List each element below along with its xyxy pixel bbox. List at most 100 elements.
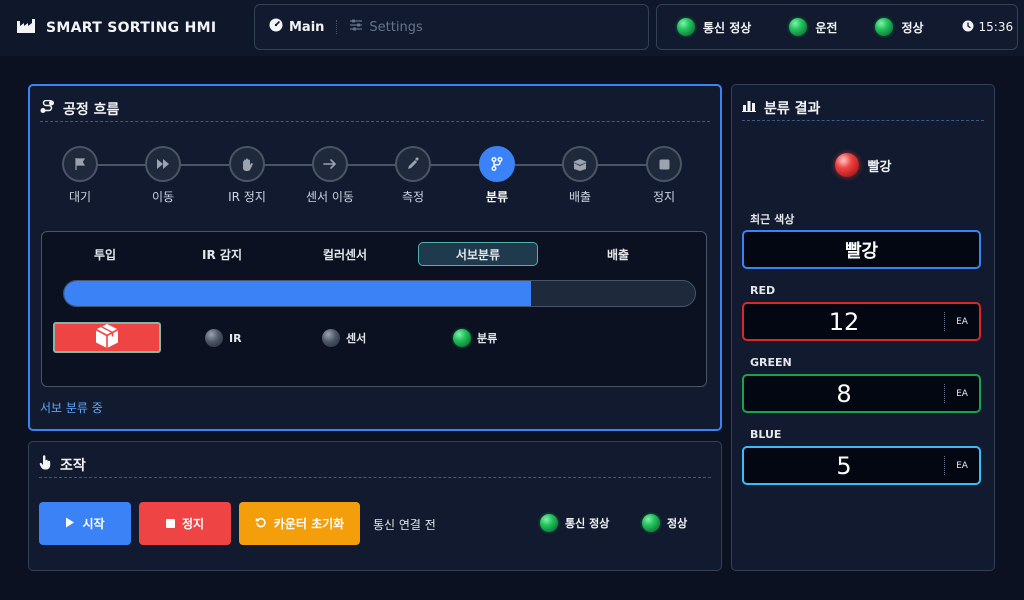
rotate-left-icon: [255, 516, 267, 531]
ir-label: IR: [229, 331, 242, 345]
sensor-indicator: 센서: [322, 329, 366, 347]
arrow-right-icon: [312, 146, 348, 182]
ok-status: 정상: [875, 18, 924, 36]
step-label: 센서 이동: [306, 190, 354, 204]
nav-settings[interactable]: Settings: [349, 19, 423, 35]
current-color-label: 빨강: [867, 159, 892, 175]
comm-status-label: 통신 정상: [703, 20, 752, 35]
current-color-led: [834, 153, 859, 177]
reset-counter-button[interactable]: 카운터 초기화: [239, 502, 360, 545]
step-eject: 배출: [545, 146, 615, 205]
brand-title: SMART SORTING HMI: [46, 20, 217, 36]
red-counter: 12 EA: [742, 302, 981, 341]
step-label: 정지: [652, 190, 676, 204]
main-nav: Main Settings: [254, 4, 649, 50]
sensor-led: [322, 329, 340, 347]
nav-main[interactable]: Main: [269, 18, 324, 36]
control-panel-header: 조작: [39, 452, 711, 478]
top-bar: SMART SORTING HMI Main Settings 통신 정상 운전: [0, 0, 1024, 56]
nav-divider: [336, 20, 338, 34]
sensor-label: 센서: [346, 332, 367, 345]
process-title: 공정 흐름: [63, 101, 120, 118]
red-label: RED: [750, 284, 776, 297]
result-panel-header: 분류 결과: [742, 95, 984, 121]
system-status: 통신 정상 운전 정상 15:36: [656, 4, 1018, 50]
comm-status: 통신 정상: [677, 18, 751, 36]
ir-led: [205, 329, 223, 347]
nav-main-label: Main: [289, 19, 325, 35]
box-open-icon: [562, 146, 598, 182]
hand-icon: [229, 146, 265, 182]
branch-icon: [479, 146, 515, 182]
process-steps: 대기 이동 IR 정지 센서 이동 측정 분류 배출 정지: [62, 146, 682, 216]
play-icon: [65, 517, 75, 531]
run-status-label: 운전: [815, 20, 838, 35]
start-button[interactable]: 시작: [39, 502, 131, 545]
flow-stage-input: 투입: [93, 247, 117, 262]
control-panel: 조작 시작 정지 카운터 초기화 통신 연결 전 통신 정상 정상: [28, 441, 722, 571]
control-ok-label: 정상: [667, 517, 688, 530]
eyedropper-icon: [395, 146, 431, 182]
reset-button-label: 카운터 초기화: [273, 517, 345, 531]
sort-led: [453, 329, 471, 347]
current-color-indicator: 빨강: [732, 153, 994, 177]
sliders-icon: [349, 19, 363, 35]
blue-counter: 5 EA: [742, 446, 981, 485]
blue-label: BLUE: [750, 428, 782, 441]
control-comm-label: 통신 정상: [565, 517, 610, 530]
ir-indicator: IR: [205, 329, 242, 347]
dashboard-icon: [269, 18, 283, 36]
step-move: 이동: [128, 146, 198, 205]
flow-stage-eject: 배출: [606, 247, 630, 262]
green-unit: EA: [944, 384, 979, 403]
control-ok-status: 정상: [642, 514, 687, 532]
green-label: GREEN: [750, 356, 792, 369]
ok-led: [875, 18, 894, 36]
stop-square-icon: [646, 146, 682, 182]
step-label: 이동: [151, 190, 175, 204]
nav-settings-label: Settings: [369, 19, 423, 35]
flow-stage-ir: IR 감지: [202, 247, 242, 262]
connection-status-text: 통신 연결 전: [373, 518, 436, 532]
step-ir-stop: IR 정지: [212, 146, 282, 205]
red-unit: EA: [944, 312, 979, 331]
step-stop: 정지: [629, 146, 699, 205]
cube-icon: [94, 323, 120, 353]
step-label: 분류: [485, 190, 509, 204]
run-led: [789, 18, 808, 36]
sort-label: 분류: [477, 332, 498, 345]
run-status: 운전: [789, 18, 837, 36]
step-label: 배출: [568, 190, 592, 204]
control-comm-status: 통신 정상: [540, 514, 609, 532]
result-title: 분류 결과: [764, 100, 821, 117]
stop-button-label: 정지: [181, 517, 205, 531]
route-icon: [40, 99, 55, 118]
control-ok-led: [642, 514, 660, 532]
process-status-message: 서보 분류 중: [40, 401, 103, 415]
conveyor-view: 투입 IR 감지 컬러센서 서보분류 배출 IR 센서 분류: [41, 231, 707, 387]
bar-chart-icon: [742, 99, 756, 116]
flow-stage-color-sensor: 컬러센서: [322, 247, 368, 262]
step-label: 측정: [401, 190, 425, 204]
recent-color-label: 최근 색상: [750, 213, 795, 226]
ok-status-label: 정상: [901, 20, 924, 35]
green-count: 8: [836, 379, 852, 408]
step-label: IR 정지: [228, 190, 266, 204]
product-item: [53, 322, 161, 353]
flow-stage-servo: 서보분류: [418, 242, 538, 266]
progress-fill: [64, 281, 531, 306]
stop-button[interactable]: 정지: [139, 502, 231, 545]
fast-forward-icon: [145, 146, 181, 182]
process-panel: 공정 흐름 대기 이동 IR 정지 센서 이동 측정 분류 배출 정지 투입 I…: [28, 84, 722, 431]
factory-icon: [16, 18, 36, 38]
step-label: 대기: [68, 190, 92, 204]
recent-color-value: 빨강: [742, 230, 981, 269]
conveyor-progress: [63, 280, 696, 307]
comm-led: [677, 18, 695, 36]
control-title: 조작: [60, 457, 86, 474]
blue-count: 5: [836, 451, 852, 480]
pointer-hand-icon: [39, 455, 52, 474]
blue-unit: EA: [944, 456, 979, 475]
sort-indicator: 분류: [453, 329, 497, 347]
clock-time: 15:36: [978, 20, 1014, 34]
